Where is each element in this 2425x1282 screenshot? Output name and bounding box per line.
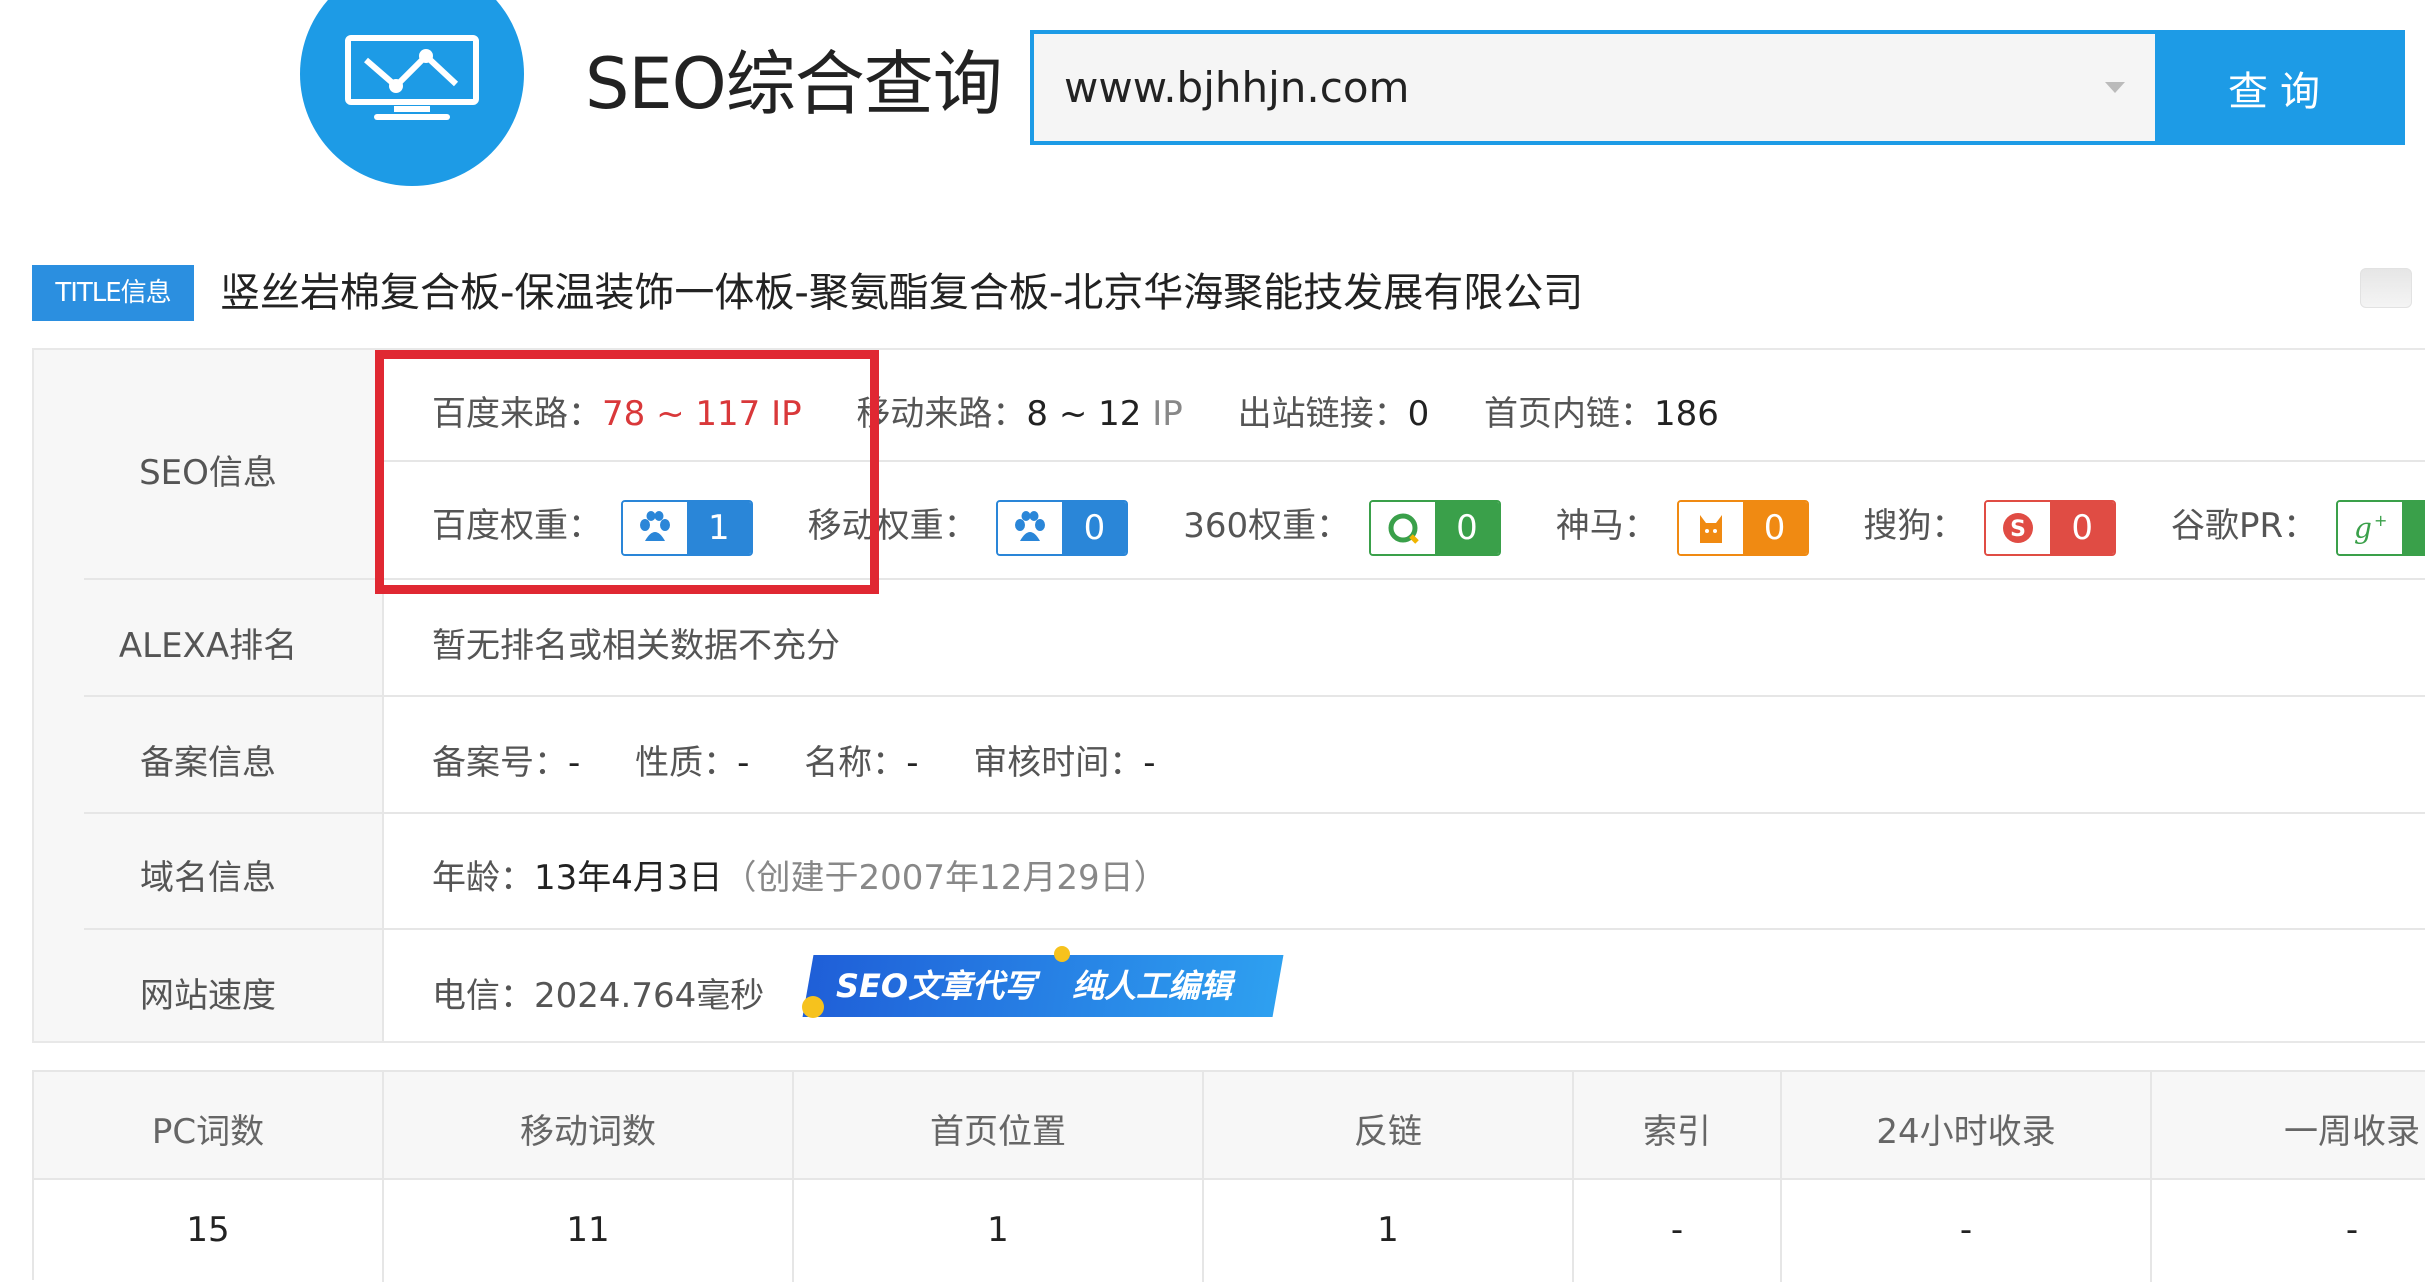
- icp-label: 备案信息: [140, 743, 276, 783]
- mobile-words-value[interactable]: 11: [384, 1210, 792, 1250]
- sogou-icon: S: [2003, 512, 2034, 543]
- search-box: [1030, 30, 2155, 145]
- pc-words-value[interactable]: 15: [34, 1210, 382, 1250]
- backlinks-value[interactable]: 1: [1204, 1210, 1572, 1250]
- 360-weight-badge[interactable]: 0: [1368, 499, 1501, 556]
- url-search-input[interactable]: [1064, 34, 2064, 141]
- icp-nature: -: [737, 743, 750, 783]
- monitor-chart-icon: [345, 35, 479, 120]
- domain-age: 13年4月3日: [534, 858, 723, 898]
- speed-label: 网站速度: [140, 976, 276, 1016]
- domain-created: （创建于2007年12月29日）: [722, 858, 1168, 898]
- page-title-text: 竖丝岩棉复合板-保温装饰一体板-聚氨酯复合板-北京华海聚能技发展有限公司: [220, 270, 1584, 316]
- domain-row: 年龄：13年4月3日（创建于2007年12月29日）: [432, 858, 1168, 898]
- baidu-paw-icon: [1015, 510, 1046, 541]
- svg-text:S: S: [2010, 517, 2026, 542]
- svg-text:+: +: [2374, 511, 2387, 530]
- divider: [84, 928, 2425, 930]
- seo-info-label: SEO信息: [139, 453, 277, 493]
- svg-text:g: g: [2354, 512, 2372, 545]
- decorative-dot: [1054, 946, 1070, 962]
- outbound-links-value[interactable]: 0: [1408, 394, 1430, 434]
- speed-text: 电信：2024.764毫秒: [432, 976, 765, 1016]
- seo-writing-promo-banner[interactable]: SEO文章代写 纯人工编辑: [802, 955, 1284, 1017]
- divider: [1780, 1072, 1782, 1282]
- highlight-annotation-box: [375, 350, 879, 594]
- google-pr-badge[interactable]: g+ 0: [2335, 499, 2425, 556]
- divider: [2150, 1072, 2152, 1282]
- divider: [84, 695, 2425, 697]
- header-backlinks: 反链: [1354, 1112, 1422, 1152]
- week-indexed-value: -: [2345, 1210, 2359, 1250]
- search-button[interactable]: 查询: [2155, 30, 2405, 145]
- divider: [1202, 1072, 1204, 1282]
- divider: [792, 1072, 794, 1282]
- dropdown-arrow-icon[interactable]: [2105, 82, 2125, 93]
- title-info-badge: TITLE信息: [32, 265, 194, 321]
- divider: [382, 1072, 384, 1282]
- 24h-indexed-value: -: [1959, 1210, 1973, 1250]
- outbound-links: 出站链接：0: [1237, 394, 1430, 434]
- icp-review-time: -: [1143, 743, 1156, 783]
- icp-number: -: [568, 743, 581, 783]
- inner-links: 首页内链：186: [1484, 394, 1719, 434]
- mobile-traffic-value[interactable]: 8 ~ 12: [1026, 394, 1141, 434]
- inner-links-value[interactable]: 186: [1654, 394, 1719, 434]
- shenma-icon: [1699, 514, 1722, 543]
- domain-label: 域名信息: [140, 858, 276, 898]
- header-home-position: 首页位置: [930, 1112, 1066, 1152]
- header-week-indexed: 一周收录: [2284, 1112, 2420, 1152]
- header-pc-words: PC词数: [151, 1112, 265, 1152]
- mobile-traffic: 移动来路：8 ~ 12 IP: [856, 394, 1183, 434]
- divider: [1572, 1072, 1574, 1282]
- home-position-value[interactable]: 1: [794, 1210, 1202, 1250]
- alexa-label: ALEXA排名: [118, 626, 298, 666]
- decorative-dot: [802, 996, 824, 1018]
- shenma-weight-badge[interactable]: 0: [1676, 499, 1809, 556]
- icp-row: 备案号：- 性质：- 名称：- 审核时间：-: [432, 743, 1156, 783]
- 360-icon: [1388, 513, 1419, 544]
- app-title: SEO综合查询: [585, 43, 1003, 125]
- index-value: -: [1670, 1210, 1684, 1250]
- divider: [84, 812, 2425, 814]
- google-plus-icon: g +: [2354, 511, 2387, 545]
- sogou-weight-badge[interactable]: S 0: [1984, 499, 2117, 556]
- stats-header-row: PC词数 移动词数 首页位置 反链 索引 24小时收录 一周收录: [34, 1072, 2425, 1180]
- site-logo[interactable]: [300, 0, 524, 186]
- alexa-text: 暂无排名或相关数据不充分: [432, 626, 840, 666]
- header-24h-indexed: 24小时收录: [1876, 1112, 2056, 1152]
- icp-name: -: [906, 743, 919, 783]
- header-mobile-words: 移动词数: [520, 1112, 656, 1152]
- header-index: 索引: [1643, 1112, 1711, 1152]
- stats-table: PC词数 移动词数 首页位置 反链 索引 24小时收录 一周收录 15 11 1…: [32, 1070, 2425, 1282]
- stack-icon[interactable]: [2360, 268, 2412, 308]
- mobile-weight-badge[interactable]: 0: [996, 499, 1129, 556]
